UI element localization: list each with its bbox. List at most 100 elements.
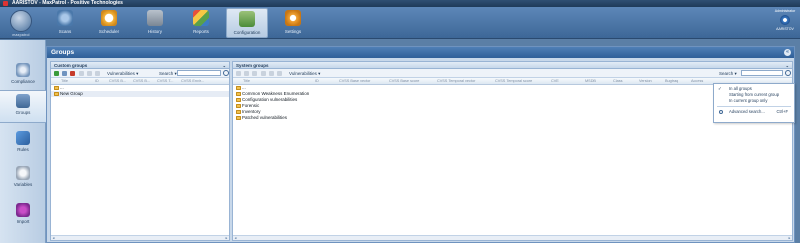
- nav-scheduler[interactable]: Scheduler: [92, 8, 126, 38]
- logo-emblem: [10, 10, 32, 32]
- rail-item-variables[interactable]: Variables: [0, 163, 46, 196]
- scroll-right-icon[interactable]: ▸: [224, 236, 229, 240]
- nav-history[interactable]: History: [138, 8, 172, 38]
- nav-scheduler-label: Scheduler: [98, 29, 120, 34]
- history-icon: [147, 10, 163, 26]
- rail-item-groups[interactable]: Groups: [0, 90, 46, 123]
- system-groups-header: System groups ⌄: [233, 62, 792, 69]
- custom-search-input[interactable]: [177, 70, 221, 76]
- rail-item-compliance[interactable]: Compliance: [0, 60, 46, 93]
- menu-item-label: Starting from current group: [729, 92, 780, 97]
- rail-import-label: Import: [16, 219, 30, 224]
- system-filter-dropdown[interactable]: Vulnerabilities ▾: [289, 70, 320, 77]
- nav-configuration-label: Configuration: [233, 30, 261, 35]
- nav-reports[interactable]: Reports: [184, 8, 218, 38]
- tree-row[interactable]: Patched vulnerabilities: [233, 115, 792, 121]
- window-title-bar: AARISTOV - MaxPatrol - Positive Technolo…: [0, 0, 800, 7]
- add-icon[interactable]: [54, 71, 59, 76]
- variables-icon: [16, 166, 30, 180]
- rail-compliance-label: Compliance: [11, 79, 35, 84]
- column-header[interactable]: CVSS T...: [157, 78, 173, 84]
- scroll-left-icon[interactable]: ◂: [51, 236, 56, 240]
- column-header[interactable]: Class: [613, 78, 623, 84]
- column-header[interactable]: Bugtraq: [665, 78, 678, 84]
- nav-configuration[interactable]: Configuration: [226, 8, 268, 38]
- column-header[interactable]: CVSS Base vector: [339, 78, 370, 84]
- move-up-icon[interactable]: [261, 71, 266, 76]
- column-header[interactable]: CVSS B...: [133, 78, 150, 84]
- column-header[interactable]: ID: [315, 78, 319, 84]
- nav-settings[interactable]: Settings: [276, 8, 310, 38]
- custom-search-label: Search ▾: [159, 71, 177, 76]
- column-header[interactable]: CVSS Base score: [389, 78, 419, 84]
- column-header[interactable]: Access: [691, 78, 703, 84]
- column-header[interactable]: ID: [95, 78, 99, 84]
- column-header[interactable]: CVSS Envir...: [181, 78, 204, 84]
- menu-item-current-only[interactable]: In current group only: [714, 98, 794, 104]
- horizontal-scrollbar[interactable]: ◂ ▸: [51, 235, 229, 240]
- move-down-icon[interactable]: [87, 71, 92, 76]
- menu-item-advanced-search[interactable]: Advanced search... Ctrl+F: [714, 109, 794, 115]
- column-header[interactable]: MSDB: [585, 78, 596, 84]
- delete-icon[interactable]: [70, 71, 75, 76]
- folder-icon: [236, 116, 241, 120]
- rail-item-rules[interactable]: Rules: [0, 128, 46, 161]
- move-down-icon[interactable]: [269, 71, 274, 76]
- nav-history-label: History: [147, 29, 162, 34]
- delete-icon[interactable]: [252, 71, 257, 76]
- tree-row-label: Inventory: [242, 109, 261, 114]
- system-groups-title: System groups: [236, 63, 269, 68]
- chevron-down-icon[interactable]: ⌄: [223, 62, 226, 69]
- tree-row-label: Common Weakness Enumeration: [242, 91, 310, 96]
- nav-scans[interactable]: Scans: [48, 8, 82, 38]
- top-ribbon: maxpatrol Scans Scheduler History Report…: [0, 7, 800, 39]
- copy-icon[interactable]: [62, 71, 67, 76]
- refresh-icon[interactable]: [277, 71, 282, 76]
- column-header[interactable]: Version: [639, 78, 652, 84]
- column-header[interactable]: Title: [61, 78, 68, 84]
- scans-icon: [57, 10, 73, 26]
- add-icon[interactable]: [236, 71, 241, 76]
- clock-icon: [101, 10, 117, 26]
- column-header[interactable]: CVSS Temporal vector: [437, 78, 475, 84]
- groups-panel: Groups « Custom groups ⌄ Vulnerabilities…: [46, 46, 795, 243]
- system-search-label[interactable]: Search ▾: [719, 70, 737, 77]
- move-up-icon[interactable]: [79, 71, 84, 76]
- system-groups-toolbar: Vulnerabilities ▾ Search ▾: [233, 69, 792, 78]
- horizontal-scrollbar[interactable]: ◂ ▸: [233, 235, 792, 240]
- custom-column-header: Title ID CVSS B... CVSS B... CVSS T... C…: [51, 78, 229, 85]
- custom-filter-dropdown[interactable]: Vulnerabilities ▾: [107, 70, 138, 77]
- column-header[interactable]: Title: [243, 78, 250, 84]
- chevron-down-icon[interactable]: ⌄: [786, 62, 789, 69]
- column-header[interactable]: CVSS B...: [109, 78, 126, 84]
- tree-row-label: New Group: [60, 91, 83, 96]
- tree-row-label: ...: [242, 85, 246, 90]
- rail-rules-label: Rules: [17, 147, 29, 152]
- page-title: Groups: [51, 49, 75, 56]
- tree-row[interactable]: New Group: [51, 91, 229, 97]
- refresh-icon[interactable]: [95, 71, 100, 76]
- nav-settings-label: Settings: [284, 29, 302, 34]
- folder-icon: [54, 92, 59, 96]
- scroll-left-icon[interactable]: ◂: [233, 236, 238, 240]
- search-icon[interactable]: [223, 70, 229, 76]
- copy-icon[interactable]: [244, 71, 249, 76]
- system-search-input[interactable]: [741, 70, 783, 76]
- menu-item-label: In all groups: [729, 86, 752, 91]
- configuration-icon: [239, 11, 255, 27]
- settings-gear-icon: [285, 10, 301, 26]
- tree-row-label: Patched vulnerabilities: [242, 115, 288, 120]
- logo: maxpatrol: [6, 10, 36, 40]
- column-header[interactable]: CVSS Temporal score: [495, 78, 532, 84]
- scroll-right-icon[interactable]: ▸: [787, 236, 792, 240]
- panel-header: Groups «: [47, 47, 794, 58]
- rail-variables-label: Variables: [13, 182, 33, 187]
- nav-reports-label: Reports: [193, 29, 209, 34]
- compliance-icon: [16, 63, 30, 77]
- collapse-icon[interactable]: «: [784, 49, 791, 56]
- folder-icon: [236, 104, 241, 108]
- rail-item-import[interactable]: Import: [0, 200, 46, 233]
- column-header[interactable]: CVE: [551, 78, 559, 84]
- user-menu[interactable]: Administrator AARISTOV: [770, 8, 800, 38]
- search-icon[interactable]: [785, 70, 791, 76]
